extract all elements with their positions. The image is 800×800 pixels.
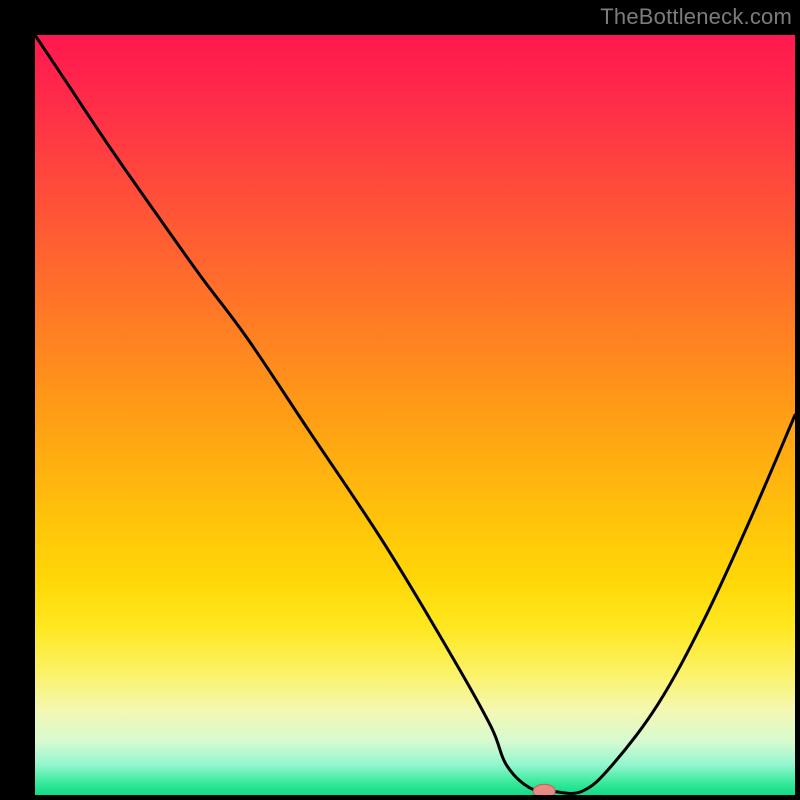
watermark-text: TheBottleneck.com [600,4,792,30]
chart-frame: TheBottleneck.com [0,0,800,800]
plot-area [35,35,795,795]
curve-svg [35,35,795,795]
bottleneck-curve [35,35,795,793]
marker-dot [533,784,555,795]
